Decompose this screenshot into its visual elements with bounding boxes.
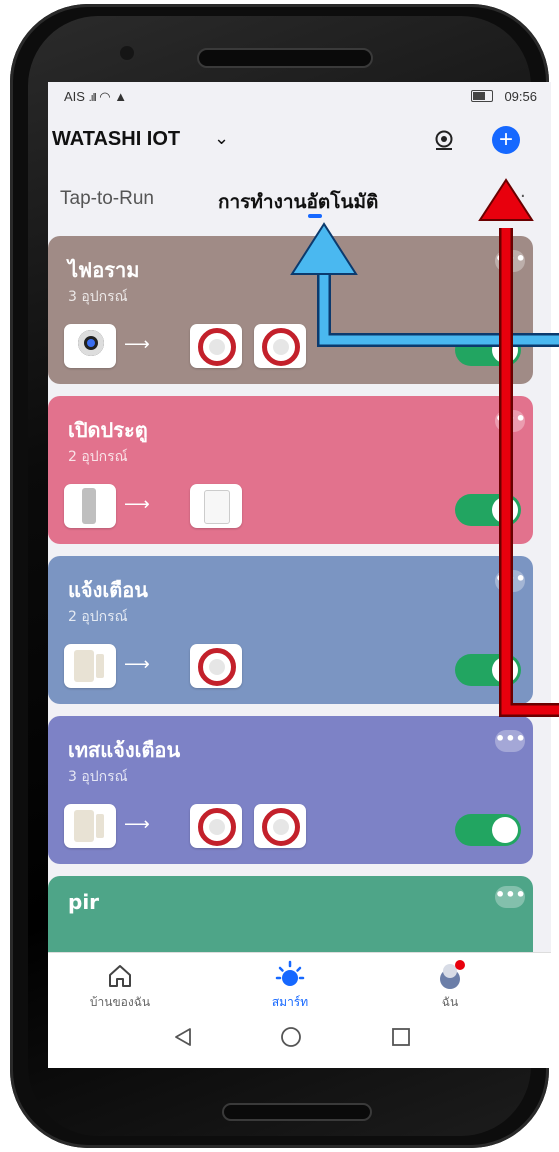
annotation-overlay [290,178,559,717]
red-annotation-arrow [478,178,559,717]
blue-annotation-arrow [290,222,559,347]
